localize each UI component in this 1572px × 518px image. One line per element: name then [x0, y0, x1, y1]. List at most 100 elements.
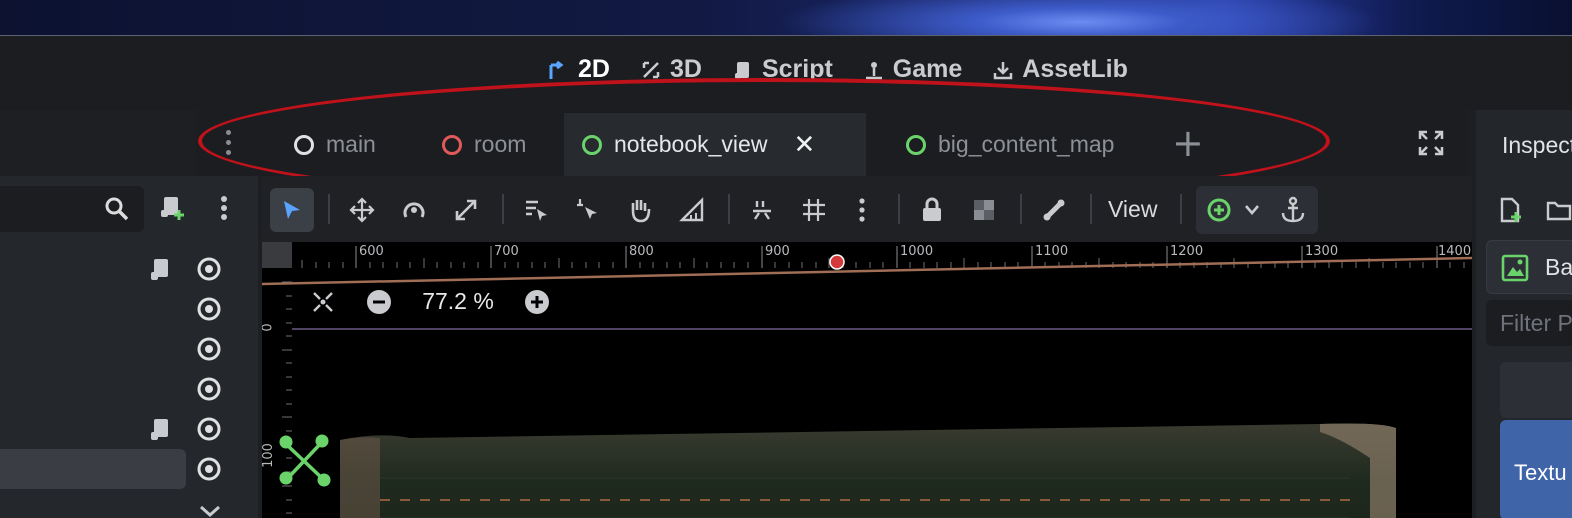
lock-icon [923, 197, 941, 221]
zoom-in-icon[interactable] [524, 289, 550, 315]
rotate-tool-button[interactable] [392, 188, 436, 232]
center-view-icon[interactable] [310, 289, 336, 315]
tab-label: main [326, 131, 376, 157]
visibility-eye-icon[interactable] [196, 296, 222, 322]
visibility-eye-icon[interactable] [196, 416, 222, 442]
more-options-icon[interactable] [210, 194, 238, 222]
list-select-icon [526, 200, 547, 221]
main-screen-assetlib-button[interactable]: AssetLib [992, 55, 1128, 84]
node-origin-gizmo[interactable] [278, 430, 334, 490]
tab-notebook-view[interactable]: notebook_view ✕ [564, 113, 866, 176]
texture-label: Textu [1514, 460, 1567, 485]
assetlib-icon [994, 61, 1013, 79]
select-tool-button[interactable] [270, 188, 314, 232]
move-tool-button[interactable] [340, 188, 384, 232]
ruler-tool-button[interactable] [670, 188, 714, 232]
zoom-out-icon[interactable] [366, 289, 392, 315]
main-screen-game-button[interactable]: Game [863, 55, 962, 84]
new-resource-icon[interactable] [1498, 196, 1524, 224]
zoom-level-label[interactable]: 77.2 % [410, 288, 506, 315]
scene-tab-bar: main room notebook_view ✕ big_content_ma… [196, 110, 1468, 176]
smart-snap-button[interactable] [740, 188, 784, 232]
script-icon [734, 61, 749, 79]
scene-dock [0, 176, 258, 518]
main-screen-label: Script [761, 55, 833, 83]
scene-status-icon [582, 134, 602, 155]
visibility-eye-icon[interactable] [196, 376, 222, 402]
scene-status-icon [294, 134, 314, 155]
script-icon[interactable] [146, 416, 174, 444]
grid-snap-button[interactable] [792, 188, 836, 232]
filter-placeholder: Filter P [1500, 310, 1572, 336]
filter-properties-input[interactable]: Filter P [1486, 300, 1572, 346]
pan-icon [631, 200, 651, 223]
pivot-icon [577, 199, 597, 219]
scale-tool-button[interactable] [444, 188, 488, 232]
tab-label: room [474, 131, 527, 157]
search-icon [105, 197, 129, 221]
list-select-button[interactable] [514, 188, 558, 232]
grid-snap-icon [803, 199, 825, 221]
visibility-eye-icon[interactable] [196, 336, 222, 362]
add-node-icon[interactable] [1206, 197, 1232, 223]
lock-button[interactable] [910, 188, 954, 232]
tab-main[interactable]: main [276, 113, 394, 176]
resource-selector[interactable]: Ba [1486, 240, 1572, 294]
tab-label: big_content_map [938, 131, 1115, 157]
scene-status-icon [442, 134, 462, 155]
visibility-eye-icon[interactable] [196, 256, 222, 282]
main-screen-label: 2D [578, 55, 610, 83]
chevron-down-icon[interactable] [198, 504, 222, 518]
view-menu-button[interactable]: View [1108, 196, 1157, 223]
bone-button[interactable] [1032, 188, 1076, 232]
main-screen-label: AssetLib [1022, 55, 1128, 83]
notebook-texture[interactable] [340, 418, 1396, 518]
inspector-tab[interactable]: Inspector [1502, 132, 1572, 159]
chevron-down-icon[interactable] [1244, 204, 1260, 216]
canvas-viewport[interactable]: 600 700 800 900 1000 1100 1200 1300 1400… [262, 242, 1472, 518]
group-icon [974, 200, 994, 220]
open-folder-icon[interactable] [1546, 198, 1572, 222]
2d-icon [549, 60, 564, 79]
more-icon [859, 198, 865, 222]
pivot-tool-button[interactable] [566, 188, 610, 232]
select-icon [284, 201, 300, 219]
distraction-free-icon[interactable] [1418, 130, 1444, 156]
add-tab-button[interactable]: + [1172, 124, 1204, 162]
group-button[interactable] [962, 188, 1006, 232]
main-screen-switcher: 2D 3D Script Game AssetLib [548, 55, 1128, 84]
main-screen-3d-button[interactable]: 3D [640, 55, 702, 84]
move-icon [349, 197, 375, 223]
canvas-toolbar: View [262, 176, 1472, 242]
main-screen-label: Game [892, 55, 963, 83]
tab-label: notebook_view [614, 131, 768, 157]
game-icon [865, 61, 882, 79]
anchor-icon[interactable] [1280, 196, 1306, 224]
selected-node-row[interactable] [0, 449, 186, 489]
3d-icon [642, 61, 660, 78]
desktop-background [0, 0, 1572, 36]
main-screen-2d-button[interactable]: 2D [548, 55, 610, 84]
inspector-dock: Inspector Ba Filter P Textu [1476, 110, 1572, 518]
scene-filter-input[interactable] [0, 186, 144, 232]
tab-big-content-map[interactable]: big_content_map [888, 113, 1132, 176]
texture-property[interactable]: Textu [1500, 420, 1572, 518]
scene-status-icon [906, 134, 926, 155]
zoom-controls: 77.2 % [310, 288, 550, 315]
snap-options-button[interactable] [840, 188, 884, 232]
texture-icon [1501, 254, 1529, 282]
script-icon[interactable] [146, 256, 174, 284]
scale-icon [455, 199, 477, 221]
tab-room[interactable]: room [424, 113, 544, 176]
visibility-eye-icon[interactable] [196, 456, 222, 482]
smart-snap-icon [753, 201, 771, 220]
rotate-icon [403, 202, 425, 218]
pan-tool-button[interactable] [618, 188, 662, 232]
tab-grip-handle[interactable] [226, 130, 232, 156]
bone-icon [1043, 199, 1065, 221]
main-screen-label: 3D [669, 55, 702, 83]
main-screen-script-button[interactable]: Script [732, 55, 833, 84]
attach-script-icon[interactable] [158, 194, 186, 222]
close-icon[interactable]: ✕ [793, 129, 815, 160]
inspector-property-box[interactable] [1500, 362, 1572, 418]
